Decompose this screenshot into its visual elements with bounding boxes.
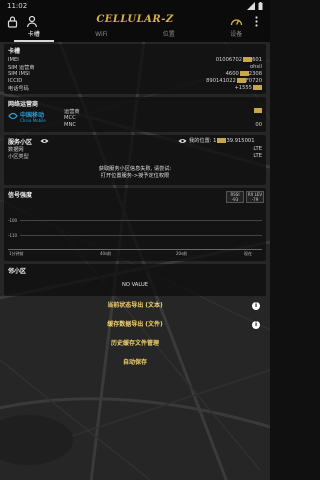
chart-gridline — [20, 235, 262, 236]
x-tick-now: 现在 — [244, 251, 252, 256]
sim-row-iccid: ICCID 890141022 F0720 — [8, 78, 262, 84]
x-tick-1min: 1分钟前 — [9, 251, 24, 256]
sim-row-imei: IMEI 01006702 601 — [8, 57, 262, 63]
china-mobile-logo-icon — [8, 112, 18, 120]
operator-section-title: 网络运营商 — [8, 101, 39, 108]
sim-section-title: 卡槽 — [8, 48, 21, 55]
export-current-button[interactable]: 当前状态导出 (文本) i — [4, 300, 266, 312]
tab-sim[interactable]: 卡槽 — [0, 30, 68, 42]
app-bar: CELLULAR-Z — [0, 12, 270, 30]
autosave-button[interactable]: 自动保存 — [4, 357, 266, 369]
chart-gridline — [20, 220, 262, 221]
operator-row-mcc: MCC — [64, 115, 76, 121]
x-tick-20s: 20s前 — [176, 251, 188, 256]
cell-error-message-line1: 获取服务小区信息失败, 请尝试: — [98, 166, 172, 172]
tab-location[interactable]: 位置 — [135, 30, 203, 42]
sim-row-imsi: SIM IMSI 4600 2308 — [8, 71, 262, 77]
operator-section: 网络运营商 中国移动 China Mobile 运营商 MCC MNC 00 — [4, 97, 266, 132]
operator-row-mnc: MNC 00 — [64, 122, 262, 128]
history-files-button[interactable]: 历史缓存文件管理 — [4, 338, 266, 350]
export-cache-button[interactable]: 缓存数据导出 (文件) i — [4, 319, 266, 331]
sim-row-phone: 电话号码 +1555 — [8, 85, 262, 92]
redacted-mark — [254, 108, 262, 113]
info-icon[interactable]: i — [252, 321, 260, 329]
metric-rxlev: RX LEV -79 — [246, 191, 264, 203]
neighbor-cells-section: 邻小区 NO VALUE — [4, 264, 266, 296]
signal-icon — [247, 2, 255, 10]
location-readout: 我的位置: 1 39.915001 — [189, 138, 255, 144]
redacted-mark — [253, 85, 262, 90]
cell-error-message-line2: 打开位置服务->授予定位权限 — [100, 173, 170, 179]
neighbor-empty-state: NO VALUE — [121, 282, 149, 288]
tab-bar: 卡槽 WiFi 位置 设备 — [0, 30, 270, 42]
serving-cell-section: 服务小区 我的位置: 1 39.915001 数据网 LTE 小区类型 LTE 获… — [4, 135, 266, 185]
tab-device[interactable]: 设备 — [203, 30, 271, 42]
battery-icon — [258, 2, 263, 10]
redacted-mark — [236, 78, 246, 83]
info-icon[interactable]: i — [252, 302, 260, 310]
tab-wifi[interactable]: WiFi — [68, 30, 136, 42]
sim-card-section: 卡槽 IMEI 01006702 601 SIM 运营商 ohsil SIM IM… — [4, 44, 266, 94]
metric-rssi: RSSI -93 — [226, 191, 244, 203]
more-menu-icon[interactable] — [250, 15, 263, 28]
y-tick-110: -110 — [8, 233, 18, 238]
y-tick-100: -100 — [8, 218, 18, 223]
status-time: 11:02 — [7, 2, 28, 10]
neighbor-section-title: 邻小区 — [8, 268, 27, 275]
eye-icon[interactable] — [40, 138, 49, 144]
redacted-mark — [243, 57, 253, 62]
signal-strength-section: 信号强度 RSSI -93 RX LEV -79 -100 -110 1分钟前 … — [4, 188, 266, 261]
redacted-mark — [239, 71, 249, 76]
speedometer-icon[interactable] — [230, 15, 243, 28]
china-mobile-logo: 中国移动 China Mobile — [8, 109, 56, 125]
signal-section-title: 信号强度 — [8, 192, 33, 199]
cell-row-type: 小区类型 LTE — [8, 153, 262, 160]
status-bar: 11:02 — [0, 0, 270, 12]
chart-axis — [8, 249, 262, 250]
serving-cell-title: 服务小区 — [8, 139, 33, 146]
x-tick-40s: 40s前 — [100, 251, 112, 256]
eye-icon-location[interactable] — [178, 138, 187, 144]
cell-row-data-network: 数据网 LTE — [8, 146, 262, 153]
sim-row-operator: SIM 运营商 ohsil — [8, 64, 262, 71]
operator-row-name: 运营商 — [64, 108, 262, 115]
